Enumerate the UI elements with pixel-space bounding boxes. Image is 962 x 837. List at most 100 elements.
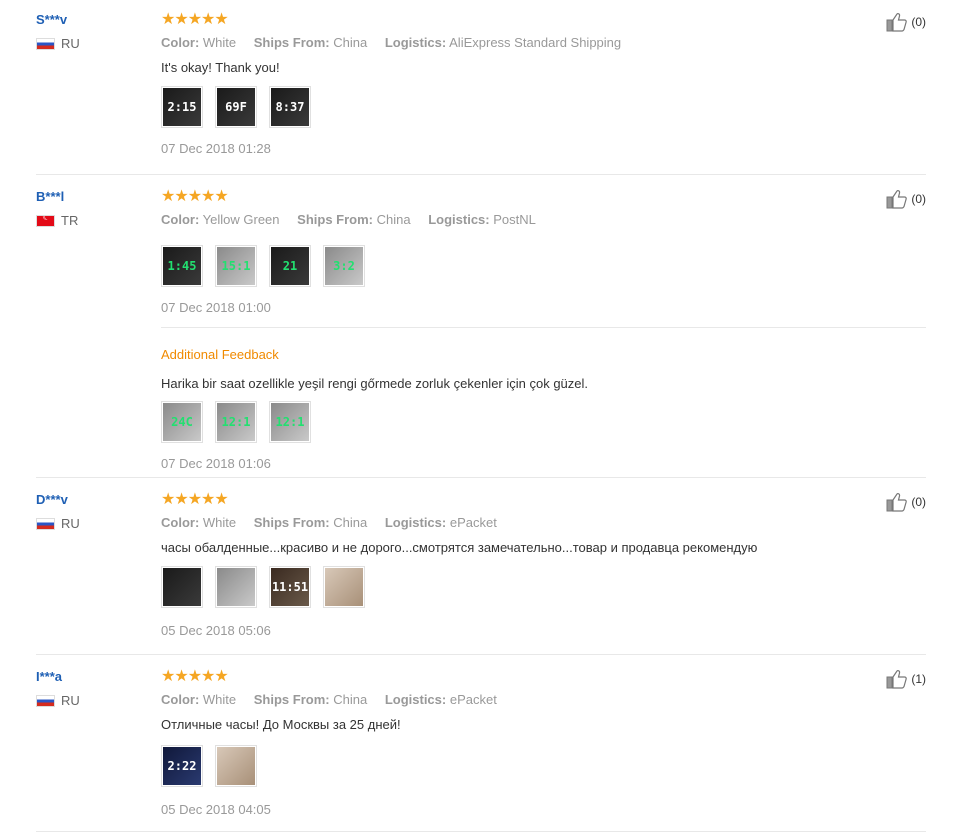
country-code: RU — [61, 693, 80, 708]
color-label: Color: — [161, 692, 200, 707]
divider — [36, 477, 926, 478]
color-value: White — [202, 692, 237, 707]
star-rating: ★★★★★ — [161, 11, 229, 28]
reviewer-info: I***a RU — [36, 669, 146, 708]
reviewer-info: D***v RU — [36, 492, 146, 531]
feedback-divider — [161, 327, 926, 328]
color-label: Color: — [161, 35, 200, 50]
review-content: ★★★★★ Color: White Ships From: China Log… — [161, 492, 926, 639]
reviewer-country: RU — [36, 516, 80, 531]
logistics-value: PostNL — [493, 212, 536, 227]
review-photos: 2:15 69F 8:37 — [161, 86, 926, 128]
reviewer-info: S***v RU — [36, 12, 146, 51]
order-attributes: Color: Yellow Green Ships From: China Lo… — [161, 212, 926, 228]
review-text: It's okay! Thank you! — [161, 60, 280, 75]
ships-from-value: China — [333, 35, 368, 50]
helpful-count: (0) — [911, 495, 926, 509]
review-photos: 11:51 — [161, 566, 926, 608]
logistics-value: ePacket — [449, 692, 497, 707]
country-code: RU — [61, 516, 80, 531]
logistics-label: Logistics: — [384, 692, 447, 707]
helpful-count: (0) — [911, 15, 926, 29]
reviewer-info: B***l TR — [36, 189, 146, 228]
ships-from-label: Ships From: — [253, 515, 330, 530]
review-photo[interactable]: 2:22 — [161, 745, 203, 787]
thumbs-up-icon — [886, 493, 908, 512]
reviewer-country: RU — [36, 693, 80, 708]
flag-ru-icon — [36, 694, 55, 707]
order-attributes: Color: White Ships From: China Logistics… — [161, 692, 926, 708]
review-date: 05 Dec 2018 05:06 — [161, 623, 271, 638]
review-photo[interactable]: 69F — [215, 86, 257, 128]
review-content: ★★★★★ Color: Yellow Green Ships From: Ch… — [161, 189, 926, 472]
review-photo[interactable]: 3:2 — [323, 245, 365, 287]
review-content: ★★★★★ Color: White Ships From: China Log… — [161, 12, 926, 157]
ships-from-value: China — [333, 515, 368, 530]
flag-tr-icon — [36, 214, 55, 227]
logistics-value: ePacket — [449, 515, 497, 530]
reviewer-name[interactable]: S***v — [36, 12, 146, 28]
flag-ru-icon — [36, 37, 55, 50]
review-photo[interactable]: 24C — [161, 401, 203, 443]
additional-feedback-date: 07 Dec 2018 01:06 — [161, 456, 271, 471]
review-photo[interactable]: 2:15 — [161, 86, 203, 128]
review-photo[interactable] — [215, 745, 257, 787]
reviewer-name[interactable]: D***v — [36, 492, 146, 508]
logistics-label: Logistics: — [384, 515, 447, 530]
order-attributes: Color: White Ships From: China Logistics… — [161, 515, 926, 531]
reviewer-country: TR — [36, 213, 78, 228]
helpful-button[interactable]: (0) — [885, 189, 926, 209]
review-date: 05 Dec 2018 04:05 — [161, 802, 271, 817]
thumbs-up-icon — [886, 13, 908, 32]
review-photo[interactable]: 1:45 — [161, 245, 203, 287]
helpful-button[interactable]: (1) — [885, 669, 926, 689]
helpful-count: (0) — [911, 192, 926, 206]
additional-feedback-text: Harika bir saat ozellikle yeşil rengi gő… — [161, 376, 589, 391]
review-photo[interactable]: 11:51 — [269, 566, 311, 608]
review-photo[interactable]: 12:1 — [269, 401, 311, 443]
review-item: D***v RU ★★★★★ Color: White Ships From: … — [0, 492, 962, 652]
review-photo[interactable] — [161, 566, 203, 608]
ships-from-label: Ships From: — [253, 692, 330, 707]
review-date: 07 Dec 2018 01:00 — [161, 300, 271, 315]
color-label: Color: — [161, 515, 200, 530]
reviewer-name[interactable]: I***a — [36, 669, 146, 685]
reviewer-name[interactable]: B***l — [36, 189, 146, 205]
reviewer-country: RU — [36, 36, 80, 51]
divider — [36, 831, 926, 832]
logistics-value: AliExpress Standard Shipping — [449, 35, 622, 50]
review-photos: 1:45 15:1 21 3:2 — [161, 245, 926, 287]
divider — [36, 174, 926, 175]
review-item: I***a RU ★★★★★ Color: White Ships From: … — [0, 669, 962, 829]
helpful-count: (1) — [911, 672, 926, 686]
divider — [36, 654, 926, 655]
color-value: Yellow Green — [202, 212, 280, 227]
review-text: Отличные часы! До Москвы за 25 дней! — [161, 717, 401, 732]
star-rating: ★★★★★ — [161, 668, 229, 685]
color-value: White — [202, 35, 237, 50]
review-text: часы обалденные...красиво и не дорого...… — [161, 540, 758, 555]
flag-ru-icon — [36, 517, 55, 530]
helpful-button[interactable]: (0) — [885, 12, 926, 32]
review-item: B***l TR ★★★★★ Color: Yellow Green Ships… — [0, 189, 962, 474]
thumbs-up-icon — [886, 190, 908, 209]
logistics-label: Logistics: — [384, 35, 447, 50]
review-photo[interactable]: 12:1 — [215, 401, 257, 443]
additional-feedback-title: Additional Feedback — [161, 347, 279, 362]
country-code: TR — [61, 213, 79, 228]
review-photo[interactable]: 15:1 — [215, 245, 257, 287]
review-photo[interactable] — [215, 566, 257, 608]
review-photo[interactable] — [323, 566, 365, 608]
ships-from-label: Ships From: — [253, 35, 330, 50]
country-code: RU — [61, 36, 80, 51]
star-rating: ★★★★★ — [161, 188, 229, 205]
review-photo[interactable]: 21 — [269, 245, 311, 287]
ships-from-value: China — [376, 212, 411, 227]
color-value: White — [202, 515, 237, 530]
review-content: ★★★★★ Color: White Ships From: China Log… — [161, 669, 926, 818]
review-photo[interactable]: 8:37 — [269, 86, 311, 128]
logistics-label: Logistics: — [428, 212, 490, 227]
thumbs-up-icon — [886, 670, 908, 689]
helpful-button[interactable]: (0) — [885, 492, 926, 512]
review-photos: 2:22 — [161, 745, 926, 787]
